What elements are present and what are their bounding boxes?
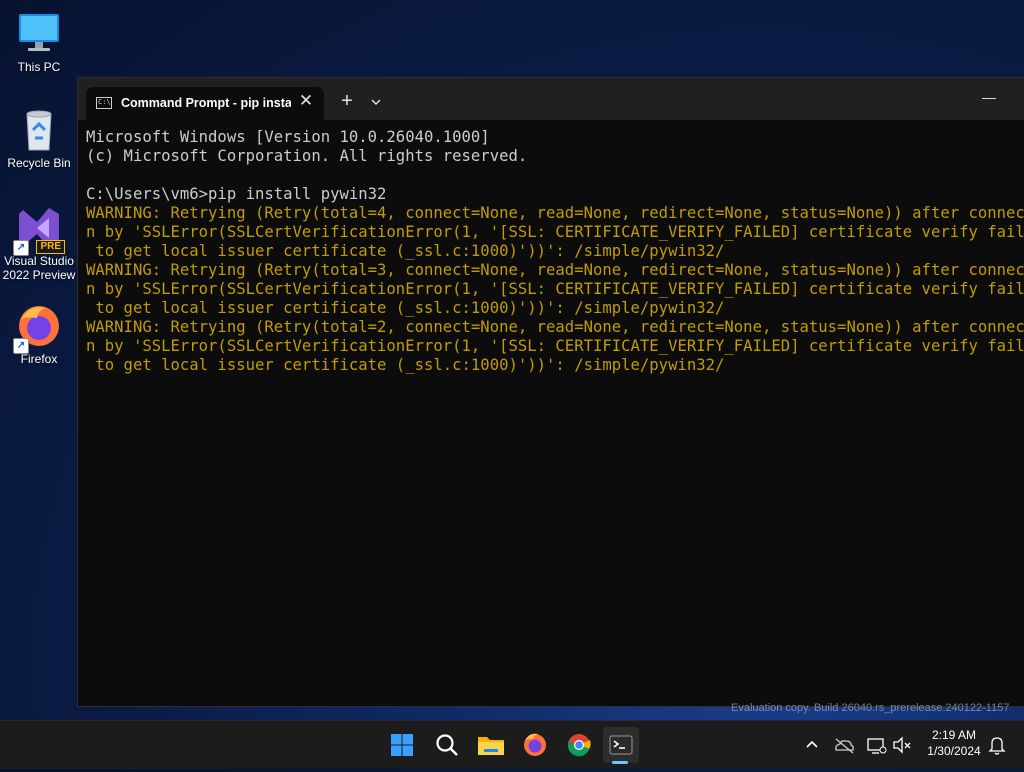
console-warning-line: to get local issuer certificate (_ssl.c:… bbox=[86, 356, 725, 374]
desktop-icon-visual-studio[interactable]: PRE ↗ Visual Studio 2022 Preview bbox=[2, 204, 76, 282]
console-warning-line: n by 'SSLError(SSLCertVerificationError(… bbox=[86, 280, 1024, 298]
taskbar: 2:19 AM 1/30/2024 bbox=[0, 720, 1024, 769]
start-button[interactable] bbox=[384, 727, 420, 763]
tab-command-prompt[interactable]: C:\ Command Prompt - pip insta ✕ bbox=[86, 87, 324, 120]
notifications-bell-icon[interactable] bbox=[986, 729, 1008, 761]
console-line: Microsoft Windows [Version 10.0.26040.10… bbox=[86, 128, 490, 146]
desktop-icon-label: Visual Studio 2022 Preview bbox=[2, 254, 76, 282]
evaluation-watermark: Evaluation copy. Build 26040.rs_prerelea… bbox=[731, 702, 1010, 714]
console-warning-line: n by 'SSLError(SSLCertVerificationError(… bbox=[86, 337, 1024, 355]
minimize-button[interactable]: — bbox=[976, 90, 1002, 108]
title-bar[interactable]: C:\ Command Prompt - pip insta ✕ + — bbox=[78, 78, 1024, 120]
terminal-taskbar-button[interactable] bbox=[603, 727, 639, 763]
search-icon bbox=[436, 734, 458, 756]
desktop-icon-label: Firefox bbox=[20, 352, 58, 366]
console-output[interactable]: Microsoft Windows [Version 10.0.26040.10… bbox=[86, 128, 1024, 698]
clock[interactable]: 2:19 AM 1/30/2024 bbox=[918, 727, 990, 759]
show-hidden-icons-button[interactable] bbox=[802, 729, 822, 761]
command-prompt-icon: C:\ bbox=[96, 97, 112, 109]
clock-date: 1/30/2024 bbox=[927, 744, 981, 758]
volume-muted-icon[interactable] bbox=[890, 729, 914, 761]
onedrive-icon[interactable] bbox=[832, 729, 856, 761]
chrome-icon bbox=[567, 734, 591, 757]
recycle-bin-icon bbox=[15, 106, 63, 154]
desktop-icon-label: Recycle Bin bbox=[7, 156, 71, 170]
shortcut-arrow-icon: ↗ bbox=[13, 240, 29, 256]
console-line: (c) Microsoft Corporation. All rights re… bbox=[86, 147, 528, 165]
console-warning-line: WARNING: Retrying (Retry(total=3, connec… bbox=[86, 261, 1024, 279]
console-warning-line: to get local issuer certificate (_ssl.c:… bbox=[86, 299, 725, 317]
shortcut-arrow-icon: ↗ bbox=[13, 338, 29, 354]
monitor-icon bbox=[15, 10, 63, 58]
close-tab-icon[interactable]: ✕ bbox=[298, 92, 314, 110]
terminal-window[interactable]: C:\ Command Prompt - pip insta ✕ + — Mic… bbox=[78, 78, 1024, 706]
terminal-icon bbox=[609, 735, 633, 755]
firefox-taskbar-button[interactable] bbox=[517, 727, 553, 763]
desktop-icon-label: This PC bbox=[17, 60, 61, 74]
chevron-up-icon bbox=[806, 740, 818, 748]
network-icon[interactable] bbox=[864, 729, 888, 761]
tab-title: Command Prompt - pip insta bbox=[121, 96, 291, 110]
desktop-icon-firefox[interactable]: ↗ Firefox bbox=[2, 302, 76, 366]
desktop-icon-recycle-bin[interactable]: Recycle Bin bbox=[2, 106, 76, 170]
clock-time: 2:19 AM bbox=[931, 728, 977, 742]
desktop-icon-this-pc[interactable]: This PC bbox=[2, 10, 76, 74]
console-line: C:\Users\vm6>pip install pywin32 bbox=[86, 185, 387, 203]
chevron-down-icon[interactable] bbox=[366, 93, 386, 111]
search-button[interactable] bbox=[429, 727, 465, 763]
active-app-indicator bbox=[612, 761, 628, 764]
preview-badge: PRE bbox=[36, 240, 65, 254]
firefox-icon: ↗ bbox=[13, 302, 63, 354]
console-warning-line: n by 'SSLError(SSLCertVerificationError(… bbox=[86, 223, 1024, 241]
firefox-icon bbox=[524, 733, 546, 756]
chrome-taskbar-button[interactable] bbox=[561, 727, 597, 763]
console-warning-line: WARNING: Retrying (Retry(total=4, connec… bbox=[86, 204, 1024, 222]
new-tab-button[interactable]: + bbox=[336, 91, 358, 113]
console-warning-line: to get local issuer certificate (_ssl.c:… bbox=[86, 242, 725, 260]
console-warning-line: WARNING: Retrying (Retry(total=2, connec… bbox=[86, 318, 1024, 336]
windows-logo-icon bbox=[391, 734, 413, 756]
file-explorer-button[interactable] bbox=[473, 727, 509, 763]
folder-icon bbox=[478, 737, 504, 755]
visual-studio-icon: PRE ↗ bbox=[13, 204, 65, 256]
